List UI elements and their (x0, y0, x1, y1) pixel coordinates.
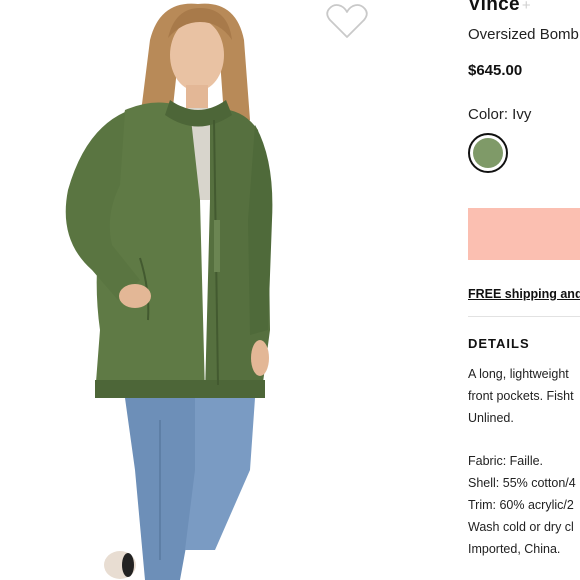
description-line: front pockets. Fisht (468, 389, 574, 403)
spec-line: Imported, China. (468, 542, 561, 556)
swatch-fill (473, 138, 503, 168)
product-page: Vince + Oversized Bomb $645.00 Color: Ivy… (0, 0, 580, 580)
color-label: Color: Ivy (468, 106, 532, 123)
free-shipping-link[interactable]: FREE shipping and (468, 287, 580, 301)
product-image[interactable] (0, 0, 440, 580)
spec-line: Fabric: Faille. (468, 454, 544, 468)
product-name: Oversized Bomb (468, 26, 579, 43)
brand-follow-plus[interactable]: + (522, 0, 531, 14)
spec-line: Trim: 60% acrylic/2 (468, 498, 574, 512)
spec-line: Shell: 55% cotton/4 (468, 476, 576, 490)
wishlist-button[interactable] (325, 3, 369, 41)
brand-row: Vince + (468, 0, 531, 16)
details-heading: DETAILS (468, 336, 530, 351)
color-swatch-ivy[interactable] (468, 133, 508, 173)
section-divider (468, 316, 580, 317)
description-line: A long, lightweight (468, 367, 569, 381)
add-to-bag-button[interactable] (468, 208, 580, 260)
model-illustration (0, 0, 440, 580)
product-info-panel: Vince + Oversized Bomb $645.00 Color: Ivy… (468, 0, 580, 580)
description-line: Unlined. (468, 411, 514, 425)
product-price: $645.00 (468, 62, 523, 79)
heart-outline-icon (326, 4, 368, 38)
brand-name[interactable]: Vince (468, 0, 520, 15)
spec-line: Wash cold or dry cl (468, 520, 574, 534)
